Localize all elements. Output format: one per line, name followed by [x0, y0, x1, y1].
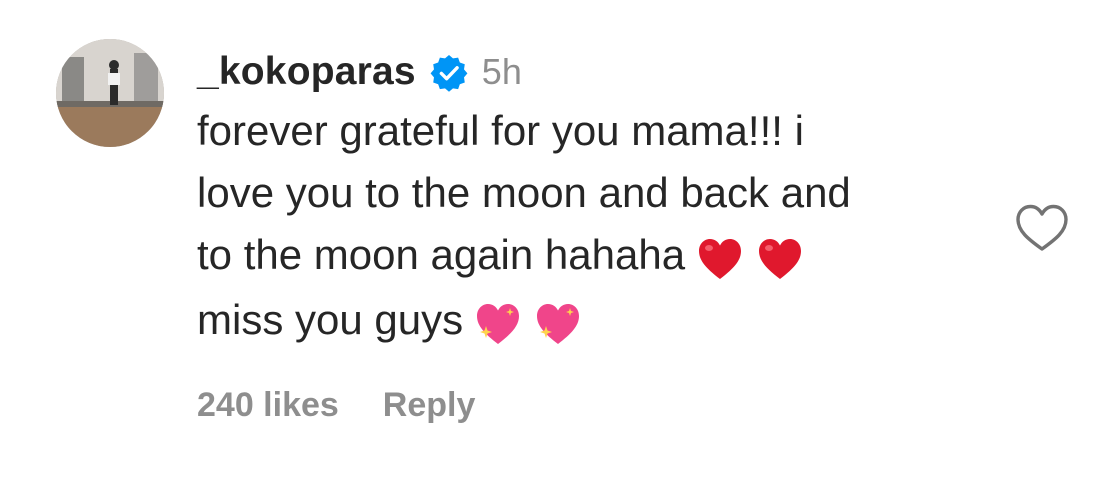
comment-line-1: forever grateful for you mama!!! i	[197, 107, 804, 154]
comment-line-3: to the moon again hahaha	[197, 231, 686, 278]
verified-badge-icon	[430, 54, 468, 92]
timestamp[interactable]: 5h	[482, 51, 522, 93]
heart-outline-icon	[1016, 204, 1068, 251]
username[interactable]: _kokoparas	[197, 50, 416, 94]
avatar-image	[56, 39, 164, 147]
comment-footer: 240 likes Reply	[197, 386, 475, 425]
sparkling-heart-emoji	[475, 301, 521, 345]
sparkling-heart-emoji	[535, 301, 581, 345]
comment-line-4: miss you guys	[197, 295, 464, 343]
comment-text: forever grateful for you mama!!! i love …	[197, 100, 987, 354]
comment-line-2: love you to the moon and back and	[197, 169, 851, 216]
likes-count[interactable]: 240 likes	[197, 386, 339, 425]
avatar[interactable]	[56, 39, 164, 147]
like-button[interactable]	[1014, 202, 1070, 254]
comment: _kokoparas 5h forever grateful for you m…	[0, 0, 1120, 483]
comment-header: _kokoparas 5h	[197, 48, 522, 96]
red-heart-emoji	[757, 236, 803, 280]
comment-line-4-wrap: miss you guys	[197, 289, 987, 354]
comment-line-3-wrap: to the moon again hahaha	[197, 224, 987, 289]
reply-button[interactable]: Reply	[383, 386, 476, 425]
red-heart-emoji	[697, 236, 743, 280]
